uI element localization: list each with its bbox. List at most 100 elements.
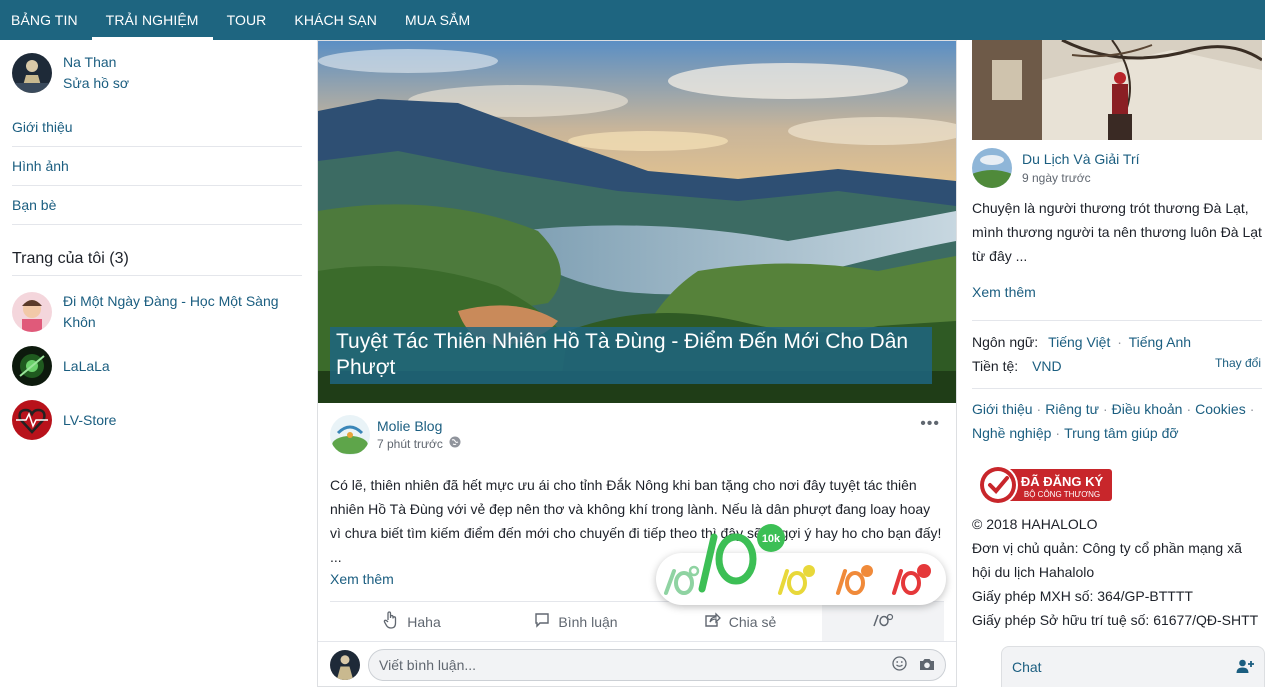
- user-name[interactable]: Na Than: [63, 52, 129, 73]
- left-sidebar: Na Than Sửa hồ sơ Giới thiệu Hình ảnh Bạ…: [0, 40, 305, 687]
- top-navigation: BẢNG TIN TRẢI NGHIỆM TOUR KHÁCH SẠN MUA …: [0, 0, 1265, 40]
- change-currency-link[interactable]: Thay đổi: [1215, 356, 1261, 370]
- page-name: Đi Một Ngày Đàng - Học Một Sàng Khôn: [63, 293, 279, 330]
- page-item-lalala[interactable]: LaLaLa: [12, 346, 293, 386]
- profile-card: Na Than Sửa hồ sơ: [12, 52, 129, 94]
- profile-menu: Giới thiệu Hình ảnh Bạn bè: [12, 108, 302, 225]
- user-avatar[interactable]: [12, 53, 52, 93]
- page-item-di-mot-ngay-dang[interactable]: Đi Một Ngày Đàng - Học Một Sàng Khôn: [12, 291, 293, 333]
- page-item-lv-store[interactable]: LV-Store: [12, 400, 293, 440]
- tab-hotel[interactable]: KHÁCH SẠN: [280, 0, 391, 40]
- separator-dot: ·: [1249, 401, 1255, 417]
- language-english-link[interactable]: Tiếng Anh: [1129, 334, 1192, 350]
- footer-link-terms[interactable]: Điều khoản: [1112, 401, 1183, 417]
- suggested-author-avatar[interactable]: [972, 148, 1012, 188]
- post-author: Molie Blog 7 phút trước: [330, 415, 461, 455]
- add-contact-icon[interactable]: [1236, 658, 1254, 677]
- language-vietnamese-link[interactable]: Tiếng Việt: [1048, 334, 1110, 350]
- haha-label: Haha: [407, 613, 441, 630]
- footer-link-privacy[interactable]: Riêng tư: [1045, 401, 1099, 417]
- reaction-lolo-red[interactable]: [892, 564, 931, 595]
- footer-link-cookies[interactable]: Cookies: [1195, 401, 1246, 417]
- post-ellipsis: ...: [330, 549, 342, 565]
- emoji-icon[interactable]: [892, 656, 907, 674]
- chat-bar[interactable]: Chat: [1001, 646, 1265, 687]
- commenter-avatar: [330, 650, 360, 680]
- footer-links: Giới thiệu · Riêng tư · Điều khoản · Cookies · …: [972, 397, 1262, 445]
- lolo-reaction-icon: [872, 612, 894, 631]
- footer-link-about[interactable]: Giới thiệu: [972, 401, 1033, 417]
- suggested-post-time[interactable]: 9 ngày trước: [1022, 169, 1140, 187]
- suggested-post-author: Du Lịch Và Giải Trí 9 ngày trước: [972, 148, 1140, 188]
- page-avatar: [12, 400, 52, 440]
- reaction-lolo-yellow[interactable]: [778, 565, 815, 595]
- post-actions: Haha Bình luận Chia sẻ: [330, 601, 944, 641]
- share-icon: [704, 612, 721, 631]
- my-pages-title: Trang của tôi (3): [12, 242, 302, 276]
- license-social-text: Giấy phép MXH số: 364/GP-BTTTT: [972, 588, 1193, 604]
- page-avatar: [12, 292, 52, 332]
- separator-dot: ·: [1036, 401, 1042, 417]
- footer-link-careers[interactable]: Nghề nghiệp: [972, 425, 1051, 441]
- author-avatar[interactable]: [330, 415, 370, 455]
- comment-row: Viết bình luận...: [318, 641, 956, 687]
- separator-dot: ·: [1055, 425, 1061, 441]
- tab-shopping[interactable]: MUA SẮM: [391, 0, 484, 40]
- suggested-post-text: Chuyện là người thương trót thương Đà Lạ…: [972, 200, 1262, 264]
- reactions-button[interactable]: [822, 602, 944, 641]
- badge-sub-text: BỘ CÔNG THƯƠNG: [1024, 490, 1100, 499]
- right-sidebar: Du Lịch Và Giải Trí 9 ngày trước Chuyện …: [972, 40, 1265, 687]
- divider: [972, 388, 1262, 389]
- page-name: LaLaLa: [63, 357, 110, 374]
- language-settings: Ngôn ngữ: Tiếng Việt · Tiếng Anh Tiền tệ…: [972, 330, 1262, 378]
- comment-input[interactable]: Viết bình luận...: [368, 649, 946, 681]
- currency-label: Tiền tệ:: [972, 358, 1019, 374]
- menu-item-photos[interactable]: Hình ảnh: [12, 147, 302, 186]
- reaction-lolo-orange[interactable]: [836, 565, 873, 595]
- page-avatar: [12, 346, 52, 386]
- menu-item-friends[interactable]: Bạn bè: [12, 186, 302, 225]
- suggested-see-more-link[interactable]: Xem thêm: [972, 284, 1036, 300]
- post-hero-image[interactable]: Tuyệt Tác Thiên Nhiên Hồ Tà Đùng - Điểm …: [318, 41, 956, 403]
- edit-profile-link[interactable]: Sửa hồ sơ: [63, 73, 129, 94]
- post-time[interactable]: 7 phút trước: [377, 435, 443, 453]
- author-name[interactable]: Molie Blog: [377, 417, 461, 435]
- owner-text: Đơn vị chủ quản: Công ty cổ phần mạng xã…: [972, 540, 1242, 580]
- language-label: Ngôn ngữ:: [972, 334, 1039, 350]
- tab-experience[interactable]: TRẢI NGHIỆM: [91, 0, 213, 40]
- globe-icon: [449, 435, 461, 453]
- more-options-icon[interactable]: •••: [920, 415, 940, 433]
- camera-icon[interactable]: [919, 657, 935, 674]
- see-more-link[interactable]: Xem thêm: [330, 571, 394, 587]
- page-name: LV-Store: [63, 411, 117, 428]
- hand-icon: [383, 611, 399, 632]
- currency-value[interactable]: VND: [1032, 358, 1062, 374]
- menu-item-about[interactable]: Giới thiệu: [12, 108, 302, 147]
- comment-label: Bình luận: [558, 613, 618, 630]
- company-info: © 2018 HAHALOLO Đơn vị chủ quản: Công ty…: [972, 512, 1262, 632]
- comment-placeholder: Viết bình luận...: [379, 657, 477, 673]
- post-text: Có lẽ, thiên nhiên đã hết mực ưu ái cho …: [330, 477, 942, 541]
- reaction-lolo-1[interactable]: [664, 565, 700, 595]
- divider: [972, 320, 1262, 321]
- suggested-post-image[interactable]: [972, 40, 1262, 140]
- license-ip-text: Giấy phép Sở hữu trí tuệ số: 61677/QĐ-SH…: [972, 612, 1259, 628]
- reaction-picker: 10k: [656, 524, 946, 605]
- share-label: Chia sẻ: [728, 613, 777, 630]
- comment-button[interactable]: Bình luận: [494, 602, 658, 641]
- post-title[interactable]: Tuyệt Tác Thiên Nhiên Hồ Tà Đùng - Điểm …: [330, 327, 932, 384]
- separator-dot: ·: [1117, 334, 1122, 350]
- suggested-author-name[interactable]: Du Lịch Và Giải Trí: [1022, 149, 1140, 169]
- separator-dot: ·: [1102, 401, 1108, 417]
- tab-tour[interactable]: TOUR: [213, 0, 281, 40]
- chat-label: Chat: [1012, 659, 1042, 675]
- footer-link-help-center[interactable]: Trung tâm giúp đỡ: [1064, 425, 1179, 441]
- badge-main-text: ĐÃ ĐĂNG KÝ: [1021, 474, 1104, 489]
- reaction-10k-badge: 10k: [762, 533, 781, 545]
- haha-button[interactable]: Haha: [330, 602, 494, 641]
- separator-dot: ·: [1186, 401, 1192, 417]
- registered-ministry-badge[interactable]: ĐÃ ĐĂNG KÝ BỘ CÔNG THƯƠNG: [976, 463, 1112, 507]
- tab-news-feed[interactable]: BẢNG TIN: [0, 0, 92, 40]
- share-button[interactable]: Chia sẻ: [658, 602, 822, 641]
- copyright-text: © 2018 HAHALOLO: [972, 516, 1098, 532]
